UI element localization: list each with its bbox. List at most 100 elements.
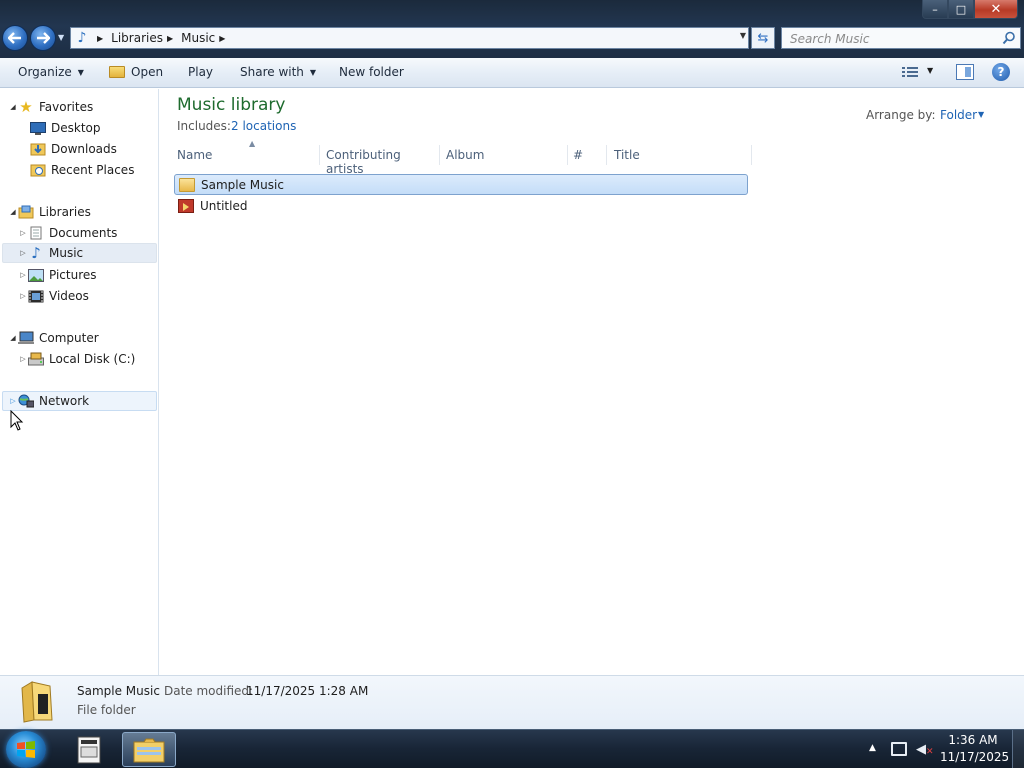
back-button[interactable] [2,25,28,51]
taskbar-program-button[interactable] [62,732,116,767]
column-header-title[interactable]: Title [614,145,752,165]
column-headers: Name ▲ Contributing artists Album # Titl… [170,139,752,176]
nav-item-videos[interactable]: ▷ Videos [18,286,89,306]
forward-button[interactable] [30,25,56,51]
organize-button[interactable]: Organize ▼ [18,65,84,79]
preview-pane-button[interactable] [956,64,974,80]
recent-pages-dropdown-icon[interactable]: ▼ [58,33,64,42]
expanded-arrow-icon[interactable]: ◢ [8,103,18,111]
play-button[interactable]: Play [188,65,213,79]
share-with-button[interactable]: Share with ▼ [240,65,316,79]
windows-explorer-icon [133,738,165,762]
nav-item-label: Documents [49,226,118,240]
nav-item-local-disk[interactable]: ▷ Local Disk (C:) [18,349,135,369]
address-dropdown-icon[interactable]: ▼ [740,31,746,40]
nav-item-label: Desktop [51,121,101,135]
breadcrumb-separator-icon[interactable]: ▶ [97,34,103,43]
expanded-arrow-icon[interactable]: ◢ [8,208,18,216]
column-header-label: Album [446,148,485,162]
nav-item-label: Pictures [49,268,97,282]
new-folder-button[interactable]: New folder [339,65,404,79]
chevron-down-icon: ▼ [77,67,84,77]
desktop-icon [30,121,46,135]
nav-item-documents[interactable]: ▷ Documents [18,223,117,243]
show-hidden-icons-icon[interactable]: ▲ [869,743,876,753]
details-date-value: 11/17/2025 1:28 AM [246,684,369,698]
breadcrumb-separator-icon[interactable]: ▶ [219,34,225,43]
folder-open-icon [109,66,125,78]
close-button[interactable]: ✕ [974,0,1018,19]
open-label: Open [131,65,164,79]
column-header-track-number[interactable]: # [573,145,607,165]
search-placeholder: Search Music [790,32,870,46]
nav-item-label: Local Disk (C:) [49,352,136,366]
volume-icon[interactable]: ◀ [916,742,926,757]
network-icon [18,394,34,408]
nav-computer-label: Computer [39,331,99,345]
change-view-icon[interactable] [902,66,918,78]
file-row-untitled[interactable]: Untitled [174,195,748,216]
nav-item-music[interactable]: ▷ ♪ Music [2,243,157,263]
recent-places-icon [30,163,46,177]
nav-item-pictures[interactable]: ▷ Pictures [18,265,97,285]
expanded-arrow-icon[interactable]: ◢ [8,334,18,342]
libraries-icon [18,205,34,219]
folder-icon [179,177,195,192]
collapsed-arrow-icon[interactable]: ▷ [8,397,18,405]
clock-date[interactable]: 11/17/2025 [940,750,1009,764]
refresh-button[interactable]: ⇆ [751,27,775,49]
includes-locations-link[interactable]: 2 locations [231,119,296,133]
nav-computer[interactable]: ◢ Computer [8,328,99,348]
arrange-by-dropdown[interactable]: Folder [940,108,977,122]
nav-item-downloads[interactable]: Downloads [30,139,117,159]
arrow-left-icon [8,32,21,44]
nav-network[interactable]: ▷ Network [2,391,157,411]
taskbar-explorer-button[interactable] [122,732,176,767]
minimize-button[interactable]: – [922,0,948,19]
search-icon[interactable] [1002,31,1016,45]
folder-thumbnail-icon [21,681,53,723]
clock-time[interactable]: 1:36 AM [944,733,1002,747]
breadcrumb-libraries[interactable]: Libraries [111,31,163,45]
column-header-album[interactable]: Album [446,145,568,165]
nav-item-label: Music [49,246,84,260]
search-input[interactable]: Search Music [781,27,1021,49]
nav-favorites[interactable]: ◢ ★ Favorites [8,97,93,117]
computer-icon [18,331,34,345]
organize-label: Organize [18,65,72,79]
address-bar[interactable]: ♪ ▶ Libraries ▶ Music ▶ ▼ [70,27,749,49]
maximize-button[interactable]: □ [948,0,974,19]
collapsed-arrow-icon[interactable]: ▷ [18,249,28,257]
nav-libraries-label: Libraries [39,205,91,219]
open-button[interactable]: Open [109,65,163,79]
file-name: Sample Music [201,177,284,192]
windows-logo-icon [17,740,35,758]
column-header-name[interactable]: Name ▲ [177,139,320,165]
sort-ascending-icon: ▲ [249,139,256,148]
collapsed-arrow-icon[interactable]: ▷ [18,292,28,300]
nav-item-recent-places[interactable]: Recent Places [30,160,134,180]
chevron-down-icon[interactable]: ▼ [978,110,984,119]
nav-item-label: Downloads [51,142,117,156]
column-header-label: Contributing artists [326,148,401,176]
hard-drive-icon [28,352,44,366]
start-button[interactable] [6,731,46,768]
music-library-icon: ♪ [77,30,87,46]
nav-libraries[interactable]: ◢ Libraries [8,202,91,222]
help-icon[interactable]: ? [992,63,1010,81]
breadcrumb-separator-icon[interactable]: ▶ [167,34,173,43]
collapsed-arrow-icon[interactable]: ▷ [18,271,28,279]
breadcrumb-music[interactable]: Music [181,31,215,45]
column-header-contributing-artists[interactable]: Contributing artists [326,145,440,176]
network-status-icon[interactable] [891,742,907,756]
file-row-sample-music[interactable]: Sample Music [174,174,748,195]
show-desktop-button[interactable] [1012,730,1024,768]
view-options-chevron-icon[interactable]: ▼ [927,66,933,75]
new-folder-label: New folder [339,65,404,79]
column-header-label: Title [614,148,640,162]
column-header-label: # [573,148,584,162]
collapsed-arrow-icon[interactable]: ▷ [18,355,28,363]
nav-item-desktop[interactable]: Desktop [30,118,101,138]
nav-item-label: Recent Places [51,163,135,177]
collapsed-arrow-icon[interactable]: ▷ [18,229,28,237]
